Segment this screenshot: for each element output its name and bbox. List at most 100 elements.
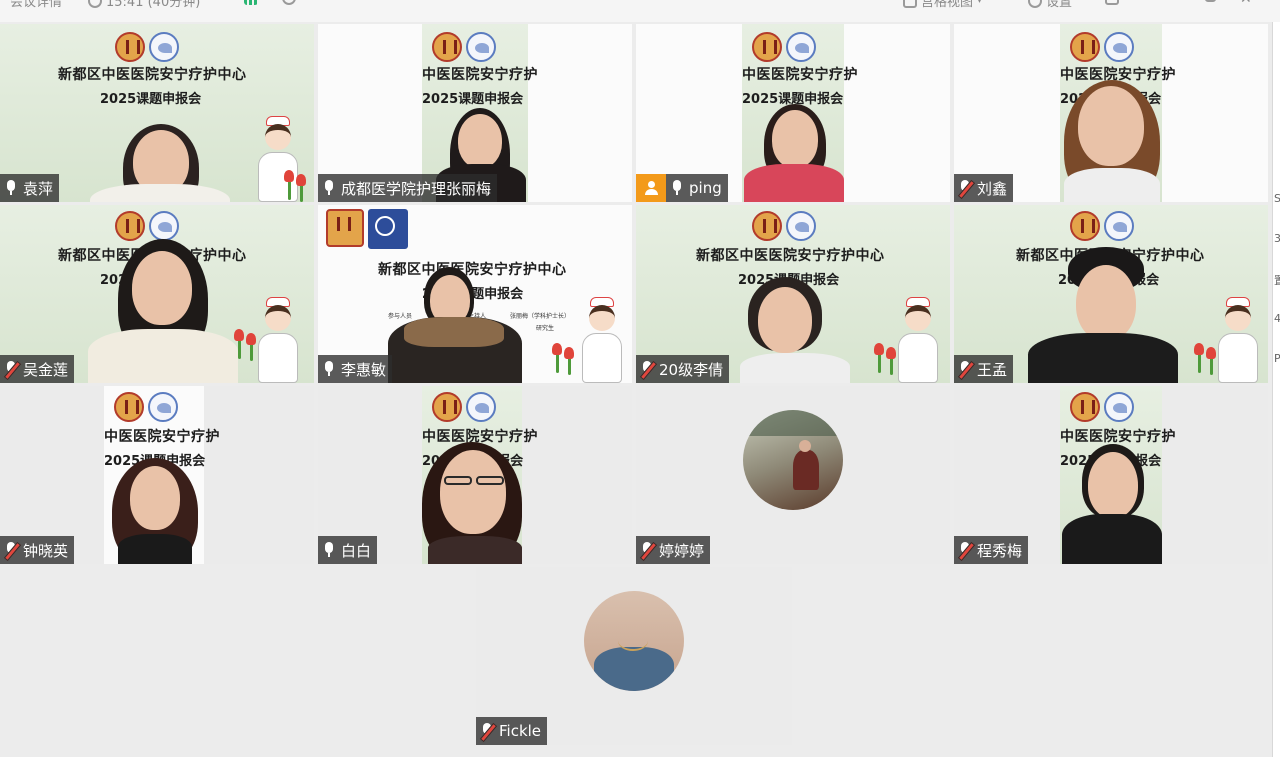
- microphone-icon: [4, 180, 18, 196]
- flowers-illustration: [232, 325, 266, 363]
- participant-tile[interactable]: 新都区中医医院安宁疗护中心 2025课题申报会 吴金莲: [0, 205, 314, 383]
- dove-logo-icon: [1104, 32, 1134, 62]
- duration-display: 15:41 (40分钟): [88, 0, 200, 10]
- participant-name: 袁萍: [23, 179, 54, 198]
- participant-tile[interactable]: 中医医院安宁疗护 2025课题申报会 刘鑫: [954, 24, 1268, 202]
- hospital-logo-icon: [115, 211, 145, 241]
- banner-tiny-text: 张丽梅（学科护士长）: [510, 313, 571, 320]
- participant-name: 程秀梅: [977, 541, 1023, 560]
- logo-group: [752, 211, 816, 241]
- participant-name: 吴金莲: [23, 360, 69, 379]
- meeting-details-button[interactable]: 会议详情: [10, 0, 62, 10]
- dove-logo-icon: [148, 392, 178, 422]
- meeting-toolbar: 会议详情 15:41 (40分钟) 宫格视图 ▾ 设置 ✕: [0, 0, 1280, 22]
- participant-name-tag: 钟晓英: [0, 536, 75, 564]
- hospital-logo-icon: [432, 392, 462, 422]
- microphone-muted-icon: [640, 542, 654, 558]
- logo-group: [1070, 392, 1134, 422]
- participant-name-tag: 程秀梅: [954, 536, 1029, 564]
- logo-group: [432, 392, 496, 422]
- maximize-icon[interactable]: [1205, 0, 1216, 2]
- microphone-muted-icon: [640, 361, 654, 377]
- participant-name-tag: 婷婷婷: [636, 536, 711, 564]
- participant-name-tag: ping: [666, 174, 728, 202]
- participant-name-tag: 袁萍: [0, 174, 60, 202]
- participant-name: 婷婷婷: [659, 541, 705, 560]
- flowers-illustration: [550, 339, 584, 377]
- logo-group: [1070, 32, 1134, 62]
- participants-icon: [88, 0, 102, 8]
- microphone-muted-icon: [958, 180, 972, 196]
- banner-title: 新都区中医医院安宁疗护中心: [58, 67, 247, 83]
- banner-title: 新都区中医医院安宁疗护中心: [378, 262, 567, 278]
- participant-tile[interactable]: 婷婷婷: [636, 386, 950, 564]
- fullscreen-icon[interactable]: [1105, 0, 1119, 5]
- avatar: [584, 591, 684, 691]
- participant-name-tag: 成都医学院护理张丽梅: [318, 174, 498, 202]
- flowers-illustration: [282, 166, 314, 202]
- participant-name-tag: 20级李倩: [636, 355, 730, 383]
- close-icon[interactable]: ✕: [1240, 0, 1252, 7]
- dove-logo-icon: [786, 32, 816, 62]
- banner-tiny-text: 参与人员: [388, 313, 413, 320]
- dove-logo-icon: [149, 211, 179, 241]
- participant-tile[interactable]: Fickle: [476, 567, 792, 745]
- hospital-logo-icon: [752, 211, 782, 241]
- microphone-icon: [322, 180, 336, 196]
- share-icon[interactable]: [282, 0, 296, 5]
- dove-logo-icon: [1104, 392, 1134, 422]
- participant-name-tag: Fickle: [476, 717, 548, 745]
- layout-button[interactable]: 宫格视图 ▾: [903, 0, 982, 10]
- hospital-logo-icon: [115, 32, 145, 62]
- participant-name-tag: 李惠敏: [318, 355, 393, 383]
- logo-group: [326, 209, 408, 249]
- dove-logo-icon: [466, 32, 496, 62]
- banner-title: 新都区中医医院安宁疗护中心: [696, 248, 885, 264]
- microphone-icon: [322, 361, 336, 377]
- duration-text: 15:41 (40分钟): [106, 0, 201, 10]
- video-grid: 新都区中医医院安宁疗护中心 2025课题申报会 袁萍 中医医院安宁疗护 2025…: [0, 24, 1272, 757]
- logo-group: [114, 392, 178, 422]
- participant-name: 成都医学院护理张丽梅: [341, 179, 492, 198]
- logo-group: [115, 211, 179, 241]
- microphone-icon: [322, 542, 336, 558]
- banner-title: 中医医院安宁疗护: [1060, 429, 1176, 445]
- participant-tile[interactable]: 新都区中医医院安宁疗护中心 2025课题申报会 袁萍: [0, 24, 314, 202]
- dove-logo-icon: [1104, 211, 1134, 241]
- layout-label: 宫格视图: [921, 0, 974, 10]
- participant-name: 钟晓英: [23, 541, 69, 560]
- banner-title: 中医医院安宁疗护: [422, 67, 538, 83]
- participant-tile[interactable]: 新都区中医医院安宁疗护中心 2025课题申报会 王孟: [954, 205, 1268, 383]
- host-user-icon: [645, 181, 658, 195]
- hospital-logo-icon: [1070, 211, 1100, 241]
- dove-logo-icon: [149, 32, 179, 62]
- microphone-muted-icon: [958, 542, 972, 558]
- participant-name: 王孟: [977, 360, 1008, 379]
- participant-tile[interactable]: 新都区中医医院安宁疗护中心 2025课题申报会 20级李倩: [636, 205, 950, 383]
- dove-logo-icon: [466, 392, 496, 422]
- participant-tile[interactable]: 中医医院安宁疗护 2025课题申报会 ping: [636, 24, 950, 202]
- chevron-down-icon: ▾: [977, 0, 983, 6]
- hospital-logo-icon: [1070, 392, 1100, 422]
- participant-tile-active[interactable]: 中医医院安宁疗护 2025课题申报会 成都医学院护理张丽梅: [318, 24, 632, 202]
- settings-button[interactable]: 设置: [1028, 0, 1072, 10]
- signal-icon[interactable]: [244, 0, 258, 5]
- participant-name: 刘鑫: [977, 179, 1008, 198]
- participant-tile[interactable]: 中医医院安宁疗护 2025课题申报会 钟晓英: [0, 386, 314, 564]
- participant-name-tag: 吴金莲: [0, 355, 75, 383]
- banner-subtitle: 2025课题申报会: [422, 92, 524, 107]
- hospital-logo-icon: [1070, 32, 1100, 62]
- hospital-logo-icon: [752, 32, 782, 62]
- participant-name-tag: 王孟: [954, 355, 1014, 383]
- university-logo-icon: [368, 209, 408, 249]
- microphone-muted-icon: [4, 542, 18, 558]
- side-panel-edge: S 3 置 4 P: [1272, 22, 1280, 757]
- participant-name-tag: 刘鑫: [954, 174, 1014, 202]
- banner-tiny-text: 研究生: [536, 325, 555, 332]
- logo-group: [752, 32, 816, 62]
- participant-name: 20级李倩: [659, 360, 724, 379]
- banner-title: 中医医院安宁疗护: [742, 67, 858, 83]
- participant-tile[interactable]: 中医医院安宁疗护 2025课题申报会 程秀梅: [954, 386, 1268, 564]
- participant-tile[interactable]: 新都区中医医院安宁疗护中心 2025课题申报会 参与人员 主持人 张丽梅（学科护…: [318, 205, 632, 383]
- participant-tile[interactable]: 中医医院安宁疗护 2025课题申报会 白白: [318, 386, 632, 564]
